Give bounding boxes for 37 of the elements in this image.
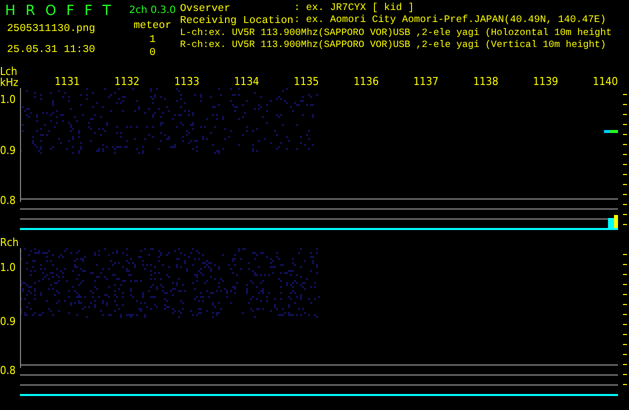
info-value: : ex. Aomori City Aomori-Pref.JAPAN(40.49N, 140.47E) xyxy=(294,15,606,27)
frequency-label: 1140 xyxy=(592,76,618,88)
title-letter: H xyxy=(5,3,16,19)
axis-label: 0.9 xyxy=(0,316,17,327)
info-label: Ovserver xyxy=(180,3,232,15)
frequency-label: 1136 xyxy=(352,76,379,88)
channel-name: Lch xyxy=(0,66,18,77)
version-label: 2ch 0.3.0 xyxy=(128,4,177,18)
axis-label: 0.8 xyxy=(0,195,17,206)
frequency-label: 1131 xyxy=(54,76,80,88)
info-label: Receiving Location xyxy=(180,15,294,27)
title-letter: R xyxy=(26,3,36,19)
frequency-label: 1135 xyxy=(292,76,319,88)
channel-info: R-ch:ex. UV5R 113.900Mhz(SAPPORO VOR)USB ,2-ele yagi (Vertical 10m height) xyxy=(180,39,608,51)
title-letter: F xyxy=(84,3,92,19)
title-letter: O xyxy=(45,3,56,19)
title-letter: T xyxy=(102,3,111,19)
axis-label: 0.8 xyxy=(0,365,17,376)
count-label: meteor xyxy=(132,19,172,34)
info-value: : ex. JR7CYX [ kid ] xyxy=(294,3,414,14)
frequency-label: 1139 xyxy=(532,76,558,88)
frequency-label: 1138 xyxy=(472,76,498,88)
frequency-label: 1133 xyxy=(173,76,200,88)
frequency-label: 1132 xyxy=(113,76,140,88)
channel-name: Rch xyxy=(0,237,20,248)
axis-label: 1.0 xyxy=(0,94,17,105)
meteor-count: 1 xyxy=(148,34,157,47)
unit-label: kHz xyxy=(0,77,20,88)
title-letter: F xyxy=(66,3,74,19)
file-name: 2505311130.png xyxy=(6,22,96,37)
frequency-label: 1134 xyxy=(233,76,260,88)
axis-label: 1.0 xyxy=(0,262,17,273)
timestamp: 25.05.31 11:30 xyxy=(6,43,96,58)
meteor-count: 0 xyxy=(148,47,157,60)
frequency-label: 1137 xyxy=(412,76,439,88)
axis-label: 0.9 xyxy=(0,145,17,156)
channel-info: L-ch:ex. UV5R 113.900Mhz(SAPPORO VOR)USB ,2-ele yagi (Holozontal 10m height xyxy=(180,27,613,39)
